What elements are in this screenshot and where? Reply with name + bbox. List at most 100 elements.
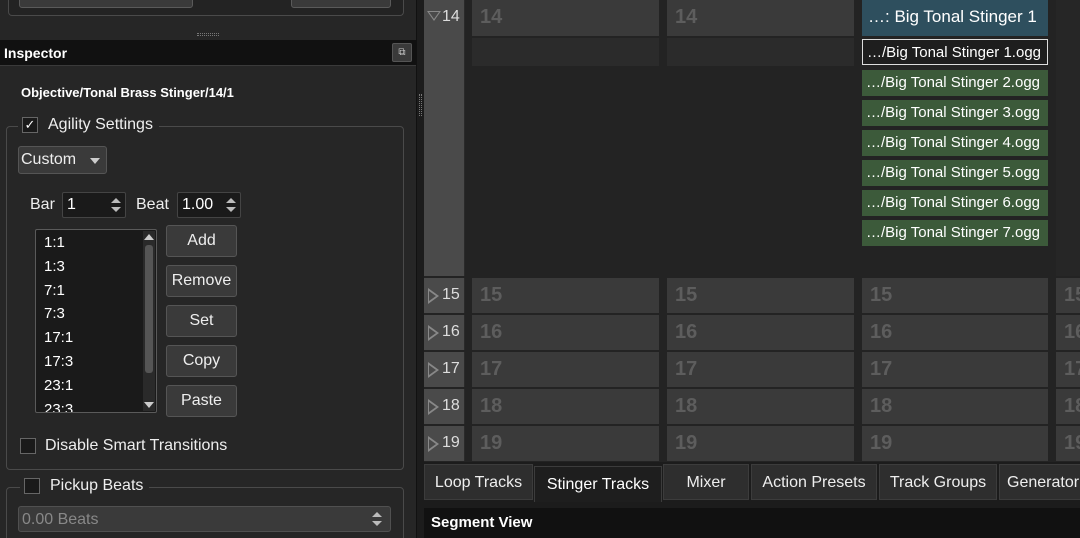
grid-subcell (667, 38, 854, 66)
paste-button[interactable]: Paste (166, 385, 237, 417)
list-scrollbar[interactable] (143, 231, 155, 411)
audio-clip-selected[interactable]: …/Big Tonal Stinger 1.ogg (862, 39, 1048, 65)
grid-cell[interactable]: 18 (472, 389, 659, 424)
spin-up-icon[interactable] (226, 198, 236, 203)
grid-cell[interactable]: 16 (1056, 315, 1080, 350)
row-header-19[interactable]: 19 (424, 426, 465, 461)
agility-settings-label: Agility Settings (48, 116, 153, 133)
chevron-down-icon (90, 158, 100, 164)
row-header-15[interactable]: 15 (424, 278, 465, 313)
scrollbar-thumb[interactable] (145, 245, 153, 373)
vertical-splitter[interactable] (416, 0, 424, 538)
copy-button[interactable]: Copy (166, 345, 237, 377)
disable-smart-transitions-row: Disable Smart Transitions (20, 437, 227, 455)
grid-cell[interactable]: 18 (862, 389, 1048, 424)
expand-triangle-icon[interactable] (428, 399, 439, 415)
grid-cell[interactable]: 19 (1056, 426, 1080, 461)
tab-track-groups[interactable]: Track Groups (879, 464, 997, 500)
grid-cell[interactable]: 17 (667, 352, 854, 387)
audio-clip[interactable]: …/Big Tonal Stinger 5.ogg (862, 160, 1048, 186)
grid-cell[interactable]: 15 (862, 278, 1048, 313)
grid-cell[interactable]: 18 (1056, 389, 1080, 424)
grid-cell[interactable]: 16 (862, 315, 1048, 350)
tab-generator[interactable]: Generator (999, 464, 1080, 500)
collapse-triangle-icon[interactable] (427, 11, 441, 21)
grid-cell[interactable]: 15 (472, 278, 659, 313)
spin-up-icon[interactable] (111, 198, 121, 203)
segment-view-title: Segment View (431, 514, 533, 531)
row-header-16[interactable]: 16 (424, 315, 465, 350)
grid-cell[interactable]: 17 (862, 352, 1048, 387)
expand-triangle-icon[interactable] (428, 325, 439, 341)
grid-cell[interactable]: 14 (472, 0, 659, 36)
tab-action-presets[interactable]: Action Presets (751, 464, 877, 500)
row-number: 14 (442, 8, 460, 25)
list-item[interactable]: 7:1 (36, 278, 156, 302)
scroll-up-icon[interactable] (144, 234, 154, 240)
grid-cell[interactable]: 19 (667, 426, 854, 461)
tab-stinger-tracks[interactable]: Stinger Tracks (534, 466, 662, 502)
remove-button[interactable]: Remove (166, 265, 237, 297)
grid-cell[interactable]: 16 (667, 315, 854, 350)
tab-mixer[interactable]: Mixer (663, 464, 749, 500)
grid-cell[interactable]: 16 (472, 315, 659, 350)
disable-smart-transitions-checkbox[interactable] (20, 438, 36, 454)
scroll-down-icon[interactable] (144, 402, 154, 408)
grid-cell[interactable]: 15 (667, 278, 854, 313)
agility-mode-value: Custom (21, 151, 77, 168)
audio-clip[interactable]: …/Big Tonal Stinger 7.ogg (862, 220, 1048, 246)
tab-loop-tracks[interactable]: Loop Tracks (424, 464, 533, 500)
grid-cell[interactable]: 18 (667, 389, 854, 424)
row-number: 15 (442, 286, 460, 303)
spin-down-icon[interactable] (111, 207, 121, 212)
horizontal-splitter-grip[interactable] (197, 33, 219, 36)
audio-clip[interactable]: …/Big Tonal Stinger 6.ogg (862, 190, 1048, 216)
beat-spinbox[interactable]: 1.00 (177, 192, 241, 218)
spin-down-icon[interactable] (226, 207, 236, 212)
vertical-splitter-grip[interactable] (419, 94, 422, 116)
list-item[interactable]: 23:3 (36, 397, 156, 412)
audio-clip[interactable]: …/Big Tonal Stinger 3.ogg (862, 100, 1048, 126)
row-number: 18 (442, 397, 460, 414)
audio-clip[interactable]: …/Big Tonal Stinger 2.ogg (862, 70, 1048, 96)
list-item[interactable]: 17:3 (36, 349, 156, 373)
row-number: 17 (442, 360, 460, 377)
pickup-beats-label: Pickup Beats (50, 477, 144, 494)
list-item[interactable]: 7:3 (36, 301, 156, 325)
bar-value: 1 (67, 196, 76, 213)
row-header-14[interactable]: 14 (424, 0, 465, 276)
audio-clip[interactable]: …/Big Tonal Stinger 4.ogg (862, 130, 1048, 156)
grid-cell[interactable]: 15 (1056, 278, 1080, 313)
stinger-header-cell[interactable]: …: Big Tonal Stinger 1 (862, 0, 1048, 36)
row-header-18[interactable]: 18 (424, 389, 465, 424)
pickup-beats-checkbox[interactable] (24, 478, 40, 494)
grid-cell[interactable]: 17 (472, 352, 659, 387)
list-item[interactable]: 17:1 (36, 325, 156, 349)
list-item[interactable]: 23:1 (36, 373, 156, 397)
agility-mode-dropdown[interactable]: Custom (18, 146, 107, 174)
bar-spinbox[interactable]: 1 (62, 192, 126, 218)
expand-triangle-icon[interactable] (428, 436, 439, 452)
grid-cell[interactable]: 19 (862, 426, 1048, 461)
list-item[interactable]: 1:3 (36, 254, 156, 278)
grid-cell-partial (1056, 0, 1080, 276)
expand-triangle-icon[interactable] (428, 362, 439, 378)
add-button[interactable]: Add (166, 225, 237, 257)
agility-settings-checkbox[interactable]: ✓ (22, 117, 38, 133)
list-item[interactable]: 1:1 (36, 230, 156, 254)
grid-cell[interactable]: 14 (667, 0, 854, 36)
spin-up-icon[interactable] (372, 512, 382, 517)
float-window-icon[interactable]: ⧉ (392, 43, 412, 62)
expand-triangle-icon[interactable] (428, 288, 439, 304)
agility-points-list[interactable]: 1:1 1:3 7:1 7:3 17:1 17:3 23:1 23:3 (35, 229, 157, 413)
grid-cell[interactable]: 17 (1056, 352, 1080, 387)
pickup-beats-header: Pickup Beats (20, 477, 150, 495)
app-window: Inspector ⧉ Objective/Tonal Brass Stinge… (0, 0, 1080, 538)
top-toolbar-button-left[interactable] (19, 0, 193, 8)
pickup-beats-spinbox[interactable]: 0.00 Beats (18, 506, 391, 532)
spin-down-icon[interactable] (372, 521, 382, 526)
set-button[interactable]: Set (166, 305, 237, 337)
grid-cell[interactable]: 19 (472, 426, 659, 461)
row-header-17[interactable]: 17 (424, 352, 465, 387)
top-toolbar-button-right[interactable] (291, 0, 391, 8)
